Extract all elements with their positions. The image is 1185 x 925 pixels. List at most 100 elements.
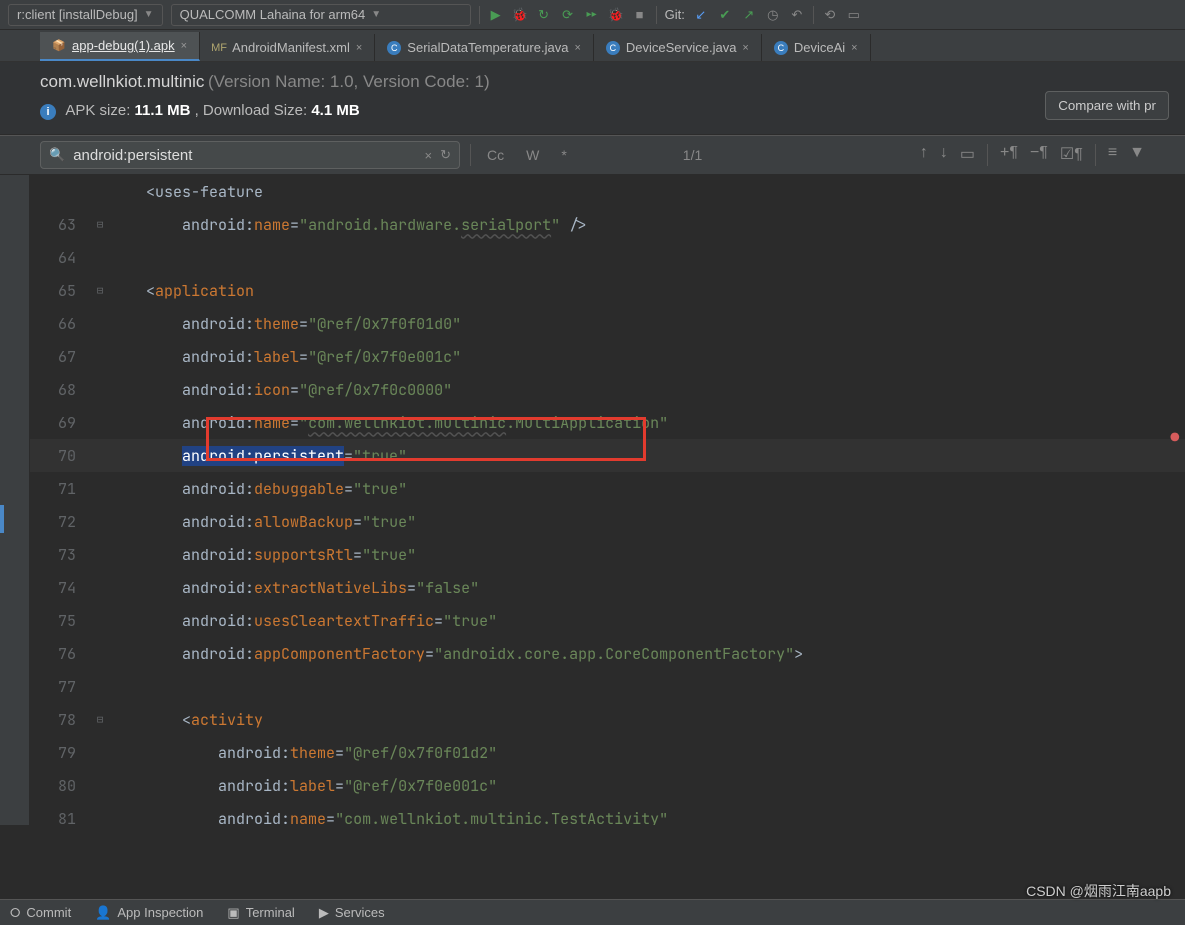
java-icon: C (606, 41, 620, 55)
services-icon: ▶ (319, 905, 329, 921)
code-line: 66 android:theme="@ref/0x7f0f01d0" (30, 307, 1185, 340)
separator (1095, 144, 1096, 166)
chevron-down-icon: ▼ (144, 9, 154, 20)
editor-tab[interactable]: MFAndroidManifest.xml× (200, 34, 375, 61)
regex-button[interactable]: * (555, 145, 572, 165)
code-line: 74 android:extractNativeLibs="false" (30, 571, 1185, 604)
code-text: android:name="com.wellnkiot.multinic.Tes… (110, 809, 668, 826)
line-number: 81 (30, 809, 90, 826)
line-number: 78 (30, 710, 90, 730)
git-push-icon[interactable]: ↗ (741, 7, 757, 23)
word-button[interactable]: W (520, 145, 545, 165)
git-revert-icon[interactable]: ↶ (789, 7, 805, 23)
git-pull-icon[interactable]: ↙ (693, 7, 709, 23)
code-text: android:appComponentFactory="androidx.co… (110, 644, 803, 664)
select-all-occurrences-icon[interactable]: ☑¶ (1060, 144, 1083, 166)
code-text: android:label="@ref/0x7f0e001c" (110, 347, 461, 367)
attach-icon[interactable]: ▸▸ (584, 7, 600, 23)
code-line: 63⊟ android:name="android.hardware.seria… (30, 208, 1185, 241)
line-number: 71 (30, 479, 90, 499)
editor-tab[interactable]: 📦app-debug(1).apk× (40, 32, 200, 61)
prev-match-icon[interactable]: ↑ (920, 144, 928, 166)
clear-icon[interactable]: × (425, 148, 433, 163)
run-icon[interactable]: ▶ (488, 7, 504, 23)
code-text: android:extractNativeLibs="false" (110, 578, 479, 598)
compare-button[interactable]: Compare with pr (1045, 91, 1169, 120)
close-icon[interactable]: × (742, 42, 748, 54)
info-icon: i (40, 104, 56, 120)
add-selection-icon[interactable]: +¶ (1000, 144, 1018, 166)
editor-tab[interactable]: CSerialDataTemperature.java× (375, 34, 594, 61)
code-line: 71 android:debuggable="true" (30, 472, 1185, 505)
line-number: 67 (30, 347, 90, 367)
close-icon[interactable]: × (851, 42, 857, 54)
code-line: 81 android:name="com.wellnkiot.multinic.… (30, 802, 1185, 825)
apk-icon: 📦 (52, 39, 66, 53)
fold-icon[interactable]: ⊟ (90, 713, 110, 727)
line-number: 68 (30, 380, 90, 400)
code-text (110, 248, 146, 268)
package-name: com.wellnkiot.multinic (40, 72, 204, 91)
code-line: <uses-feature (30, 175, 1185, 208)
terminal-tool[interactable]: ▣ Terminal (227, 905, 294, 921)
debug-icon[interactable]: 🐞 (512, 7, 528, 23)
line-number: 76 (30, 644, 90, 664)
code-text: android:theme="@ref/0x7f0f01d0" (110, 314, 461, 334)
git-history-icon[interactable]: ◷ (765, 7, 781, 23)
bottom-toolbar: ⭘ Commit 👤 App Inspection ▣ Terminal ▶ S… (0, 899, 1185, 925)
profile-icon[interactable]: ⟳ (560, 7, 576, 23)
commit-tool[interactable]: ⭘ Commit (10, 905, 71, 921)
settings-icon[interactable]: ≡ (1108, 144, 1117, 166)
next-match-icon[interactable]: ↓ (940, 144, 948, 166)
run-config-select[interactable]: r:client [installDebug] ▼ (8, 4, 163, 26)
history-icon[interactable]: ↻ (440, 147, 451, 163)
tab-label: DeviceAi (794, 40, 845, 55)
fold-icon[interactable]: ⊟ (90, 218, 110, 232)
sync-icon[interactable]: ⟲ (822, 7, 838, 23)
search-icon: 🔍 (49, 147, 65, 163)
code-line: 77 (30, 670, 1185, 703)
code-text: android:supportsRtl="true" (110, 545, 416, 565)
line-number: 79 (30, 743, 90, 763)
code-line: 72 android:allowBackup="true" (30, 505, 1185, 538)
run-config-label: r:client [installDebug] (17, 7, 138, 22)
case-button[interactable]: Cc (481, 145, 510, 165)
code-line: 79 android:theme="@ref/0x7f0f01d2" (30, 736, 1185, 769)
close-icon[interactable]: × (181, 40, 187, 52)
fold-icon[interactable]: ⊟ (90, 284, 110, 298)
select-all-icon[interactable]: ▭ (960, 144, 975, 166)
commit-icon: ⭘ (10, 905, 20, 921)
find-actions: ↑ ↓ ▭ +¶ −¶ ☑¶ ≡ ▼ (920, 144, 1185, 166)
app-inspection-tool[interactable]: 👤 App Inspection (95, 905, 203, 921)
code-text: android:name="com.wellnkiot.multinic.Mul… (110, 413, 668, 433)
close-icon[interactable]: × (574, 42, 580, 54)
services-tool[interactable]: ▶ Services (319, 905, 385, 921)
editor-tab[interactable]: CDeviceService.java× (594, 34, 762, 61)
error-icon[interactable]: ● (1171, 429, 1179, 447)
editor-tab[interactable]: CDeviceAi× (762, 34, 871, 61)
device-manager-icon[interactable]: ▭ (846, 7, 862, 23)
tab-label: AndroidManifest.xml (232, 40, 350, 55)
find-input-box: 🔍 × ↻ (40, 141, 460, 169)
code-line: 78⊟ <activity (30, 703, 1185, 736)
side-gutter (0, 175, 30, 825)
stop-icon[interactable]: ■ (632, 7, 648, 23)
debug-attach-icon[interactable]: 🐞 (608, 7, 624, 23)
remove-selection-icon[interactable]: −¶ (1030, 144, 1048, 166)
inspection-icon: 👤 (95, 905, 111, 921)
code-editor[interactable]: ● <uses-feature63⊟ android:name="android… (30, 175, 1185, 825)
code-line: 64 (30, 241, 1185, 274)
git-label: Git: (665, 7, 685, 22)
coverage-icon[interactable]: ↻ (536, 7, 552, 23)
line-number: 75 (30, 611, 90, 631)
close-icon[interactable]: × (356, 42, 362, 54)
search-input[interactable] (73, 147, 416, 164)
separator (470, 144, 471, 166)
device-select[interactable]: QUALCOMM Lahaina for arm64 ▼ (171, 4, 471, 26)
line-number: 80 (30, 776, 90, 796)
code-text: android:persistent="true" (110, 446, 407, 466)
line-number: 72 (30, 512, 90, 532)
filter-icon[interactable]: ▼ (1129, 144, 1145, 166)
git-commit-icon[interactable]: ✔ (717, 7, 733, 23)
apk-info-bar: com.wellnkiot.multinic (Version Name: 1.… (0, 62, 1185, 135)
